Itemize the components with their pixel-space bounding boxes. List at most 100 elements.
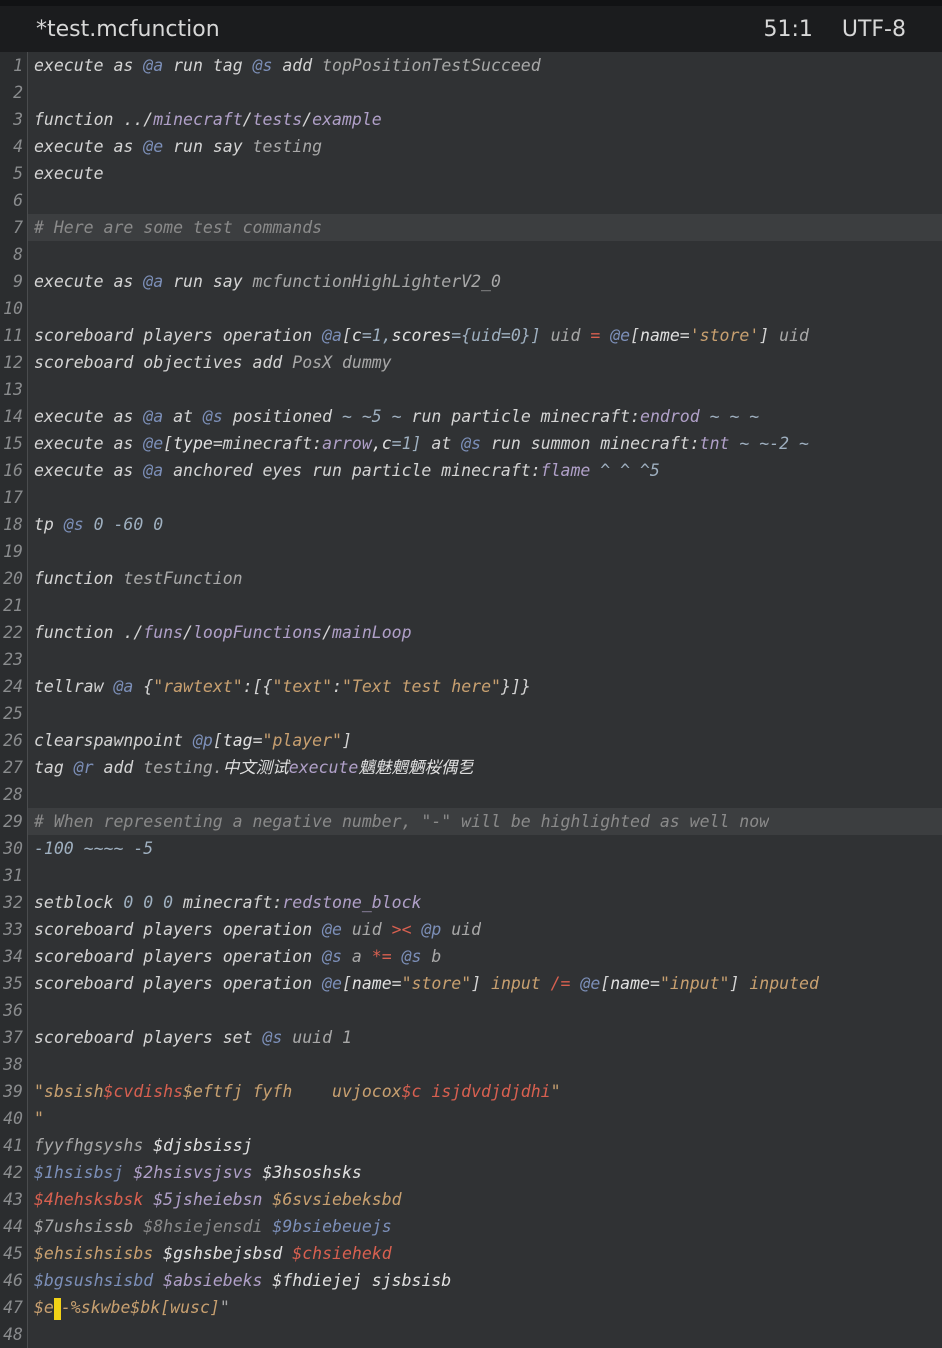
line-number: 47	[0, 1294, 28, 1321]
token: ={uid=0}]	[451, 326, 551, 345]
code-line[interactable]: 16 execute as @a anchored eyes run partic…	[0, 457, 942, 484]
token: flame	[540, 461, 591, 480]
code-text: scoreboard players operation @s a *= @s …	[28, 943, 441, 970]
code-line[interactable]: 3 function ../minecraft/tests/example	[0, 106, 942, 133]
code-line[interactable]: 5 execute	[0, 160, 942, 187]
code-text: clearspawnpoint @p[tag="player"]	[28, 727, 352, 754]
code-line[interactable]: 37 scoreboard players set @s uuid 1	[0, 1024, 942, 1051]
token: *=	[371, 947, 392, 966]
code-line[interactable]: 6	[0, 187, 942, 214]
code-line[interactable]: 14 execute as @a at @s positioned ~ ~5 ~ …	[0, 403, 942, 430]
code-line[interactable]: 26 clearspawnpoint @p[tag="player"]	[0, 727, 942, 754]
code-line[interactable]: 42 $1hsisbsj $2hsisvsjsvs $3hsoshsks	[0, 1159, 942, 1186]
code-line[interactable]: 27 tag @r add testing.中文测试execute魑魅魍魉桜偶乭	[0, 754, 942, 781]
token: testing.	[143, 758, 223, 777]
code-line[interactable]: 9 execute as @a run say mcfunctionHighLig…	[0, 268, 942, 295]
code-line[interactable]: 11 scoreboard players operation @a[c=1,sc…	[0, 322, 942, 349]
code-text: setblock 0 0 0 minecraft:redstone_block	[28, 889, 421, 916]
code-line[interactable]: 34 scoreboard players operation @s a *= @…	[0, 943, 942, 970]
code-line[interactable]: 4 execute as @e run say testing	[0, 133, 942, 160]
code-line[interactable]: 45 $ehsishsisbs $gshsbejsbsd $chsiehekd	[0, 1240, 942, 1267]
code-line[interactable]: 46 $bgsushsisbd $absiebeks $fhdiejej sjsb…	[0, 1267, 942, 1294]
code-line[interactable]: 39 "sbsish$cvdishs$eftfj fyfh uvjocox$c i…	[0, 1078, 942, 1105]
code-line[interactable]: 31	[0, 862, 942, 889]
text-cursor	[53, 1297, 61, 1320]
code-line[interactable]: 28	[0, 781, 942, 808]
token: setblock	[34, 893, 124, 912]
token: name	[351, 974, 392, 993]
code-editor[interactable]: 1 execute as @a run tag @s add topPositio…	[0, 52, 942, 1348]
code-line[interactable]: 36	[0, 997, 942, 1024]
line-number: 36	[0, 997, 28, 1024]
code-line[interactable]: 29 # When representing a negative number,…	[0, 808, 942, 835]
editor-titlebar: *test.mcfunction 51:1 UTF-8	[0, 6, 942, 52]
token: topPositionTestSucceed	[322, 56, 541, 75]
code-line[interactable]: 17	[0, 484, 942, 511]
code-line[interactable]: 8	[0, 241, 942, 268]
code-line[interactable]: 30 -100 ~~~~ -5	[0, 835, 942, 862]
token: "store"	[401, 974, 472, 993]
token: execute as	[34, 56, 144, 75]
code-line[interactable]: 10	[0, 295, 942, 322]
token: $6svsiebeksbd	[262, 1190, 402, 1209]
code-text: $e -%skwbe$bk[wusc]"	[28, 1294, 230, 1321]
line-number: 1	[0, 52, 28, 79]
code-line[interactable]: 24 tellraw @a {"rawtext":[{"text":"Text t…	[0, 673, 942, 700]
token: @s	[391, 947, 422, 966]
code-text: scoreboard players set @s uuid 1	[28, 1024, 352, 1051]
code-text: execute as @a anchored eyes run particle…	[28, 457, 660, 484]
line-number: 27	[0, 754, 28, 781]
line-number: 15	[0, 430, 28, 457]
token: @s	[63, 515, 84, 534]
token: 'store'	[689, 326, 760, 345]
code-line[interactable]: 35 scoreboard players operation @e[name="…	[0, 970, 942, 997]
code-line[interactable]: 40 "	[0, 1105, 942, 1132]
line-number: 14	[0, 403, 28, 430]
code-line[interactable]: 13	[0, 376, 942, 403]
code-line[interactable]: 38	[0, 1051, 942, 1078]
code-line[interactable]: 15 execute as @e[type=minecraft:arrow,c=1…	[0, 430, 942, 457]
code-text: # Here are some test commands	[28, 214, 322, 241]
encoding-label[interactable]: UTF-8	[842, 17, 906, 42]
token: $4hehsksbsk	[34, 1190, 144, 1209]
code-line[interactable]: 7 # Here are some test commands	[0, 214, 942, 241]
code-line[interactable]: 12 scoreboard objectives add PosX dummy	[0, 349, 942, 376]
code-line[interactable]: 33 scoreboard players operation @e uid ><…	[0, 916, 942, 943]
token: execute	[288, 758, 359, 777]
code-line[interactable]: 47 $e -%skwbe$bk[wusc]"	[0, 1294, 942, 1321]
code-line[interactable]: 41 fyyfhgsyshs $djsbsissj	[0, 1132, 942, 1159]
token: b	[421, 947, 442, 966]
token: ]	[342, 731, 352, 750]
code-line[interactable]: 18 tp @s 0 -60 0	[0, 511, 942, 538]
file-title[interactable]: *test.mcfunction	[36, 17, 220, 42]
token: PosX dummy	[292, 353, 392, 372]
token: @e	[610, 326, 631, 345]
token: minecraft:	[173, 893, 283, 912]
code-text: $4hehsksbsk $5jsheiebsn $6svsiebeksbd	[28, 1186, 402, 1213]
code-line[interactable]: 22 function ./funs/loopFunctions/mainLoop	[0, 619, 942, 646]
code-line[interactable]: 44 $7ushsissb $8hsiejensdi $9bsiebeuejs	[0, 1213, 942, 1240]
code-text: execute	[28, 160, 104, 187]
token: run say	[163, 137, 253, 156]
cursor-position[interactable]: 51:1	[763, 17, 812, 42]
token: tag	[222, 731, 253, 750]
code-line[interactable]: 21	[0, 592, 942, 619]
code-line[interactable]: 2	[0, 79, 942, 106]
code-text: "sbsish$cvdishs$eftfj fyfh uvjocox$c isj…	[28, 1078, 561, 1105]
code-line[interactable]: 19	[0, 538, 942, 565]
code-line[interactable]: 43 $4hehsksbsk $5jsheiebsn $6svsiebeksbd	[0, 1186, 942, 1213]
code-line[interactable]: 1 execute as @a run tag @s add topPositio…	[0, 52, 942, 79]
code-line[interactable]: 25	[0, 700, 942, 727]
token: run say	[163, 272, 253, 291]
line-number: 35	[0, 970, 28, 997]
code-line[interactable]: 32 setblock 0 0 0 minecraft:redstone_bloc…	[0, 889, 942, 916]
code-line[interactable]: 20 function testFunction	[0, 565, 942, 592]
code-line[interactable]: 48	[0, 1321, 942, 1348]
token: /	[302, 110, 313, 129]
token: $1hsisbsj	[34, 1163, 124, 1182]
code-line[interactable]: 23	[0, 646, 942, 673]
token: $djsbsissj	[153, 1136, 253, 1155]
line-number: 17	[0, 484, 28, 511]
